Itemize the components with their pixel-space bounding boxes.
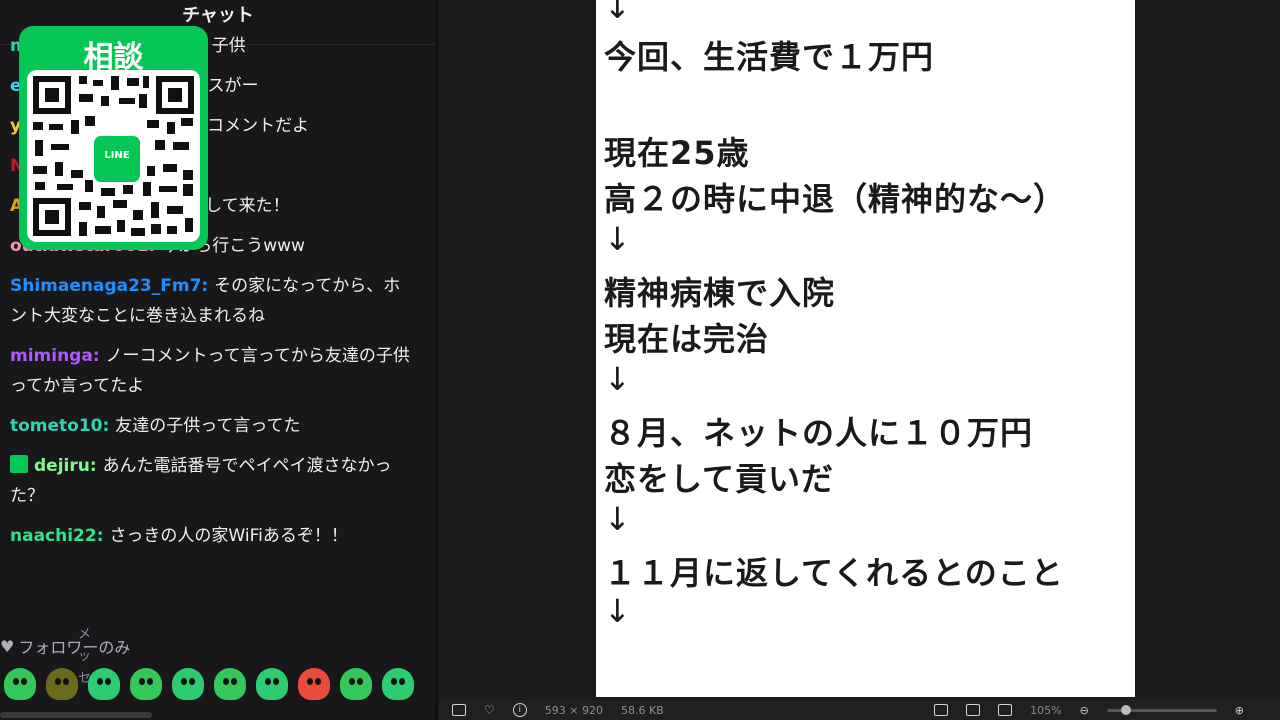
chat-username[interactable]: dejiru	[34, 456, 90, 476]
chat-message: dejiru: あんた電話番号でペイペイ渡さなかった？	[10, 455, 392, 506]
emote-icon[interactable]	[172, 668, 204, 700]
zoom-in-icon[interactable]: ⊕	[1235, 704, 1244, 717]
chat-username[interactable]: miminga	[10, 346, 93, 366]
line-qr-overlay[interactable]: 相談 LINE	[19, 26, 208, 250]
doc-line: ↓	[604, 500, 632, 538]
fit-icon[interactable]	[934, 704, 949, 716]
chat-message: miminga: ノーコメントって言ってから友達の子供ってか言ってたよ	[10, 346, 410, 396]
doc-line: ↓	[604, 360, 632, 398]
crop-icon[interactable]	[966, 704, 981, 716]
qr-code-image: LINE	[27, 70, 200, 242]
heart-icon: ♥	[0, 636, 15, 656]
doc-line: 現在25歳	[604, 134, 750, 172]
line-logo-icon: LINE	[91, 133, 143, 185]
emote-icon[interactable]	[130, 668, 162, 700]
gift-icon	[10, 455, 28, 473]
chat-message-text: して来た！	[205, 196, 290, 216]
chat-message-text: さっきの人の家WiFiあるぞ！！	[109, 526, 348, 546]
doc-line: ８月、ネットの人に１０万円	[604, 414, 1034, 452]
follower-only-label: フォロワーのみ	[18, 638, 131, 657]
file-size: 58.6 KB	[620, 703, 664, 717]
info-icon[interactable]: i	[512, 703, 527, 717]
zoom-level[interactable]: 105%	[1030, 704, 1061, 717]
fullscreen-icon[interactable]	[998, 704, 1013, 716]
document-image: ↓ 今回、生活費で１万円 現在25歳 高２の時に中退（精神的な〜） ↓ 精神病棟…	[596, 0, 1135, 697]
emote-icon[interactable]	[256, 668, 288, 700]
follower-only-indicator: ♥ フォロワーのみ	[0, 634, 130, 658]
chat-message-text: スがー	[207, 76, 259, 96]
emote-icon[interactable]	[340, 668, 372, 700]
chat-message: Shimaenaga23_Fm7: その家になってから、ホント大変なことに巻き込…	[10, 276, 401, 326]
doc-line: 恋をして貢いだ	[604, 460, 835, 498]
zoom-out-icon[interactable]: ⊖	[1080, 704, 1089, 717]
doc-line: 高２の時に中退（精神的な〜）	[604, 180, 1067, 218]
chat-message: naachi22: さっきの人の家WiFiあるぞ！！	[10, 526, 348, 546]
doc-line: １１月に返してくれるとのこと	[604, 554, 1064, 592]
emote-icon[interactable]	[382, 668, 414, 700]
viewer-toolbar: ♡ i 593 × 920 58.6 KB 105% ⊖ ⊕	[438, 700, 1280, 720]
doc-line: ↓	[604, 220, 632, 258]
chat-message-text: 子供	[211, 36, 246, 56]
emote-icon[interactable]	[4, 668, 36, 700]
doc-line: 精神病棟で入院	[604, 274, 836, 312]
chat-message: tometo10: 友達の子供って言ってた	[10, 416, 301, 436]
favorite-heart-icon[interactable]: ♡	[484, 703, 495, 717]
chat-username[interactable]: Shimaenaga23_Fm7	[10, 276, 201, 296]
chat-username[interactable]: tometo10	[10, 416, 103, 436]
chat-message-text: コメントだよ	[207, 116, 310, 136]
doc-line: ↓	[604, 592, 632, 630]
chat-username[interactable]: naachi22	[10, 526, 97, 546]
emote-icon[interactable]	[46, 668, 78, 700]
emote-picker-row	[4, 668, 414, 700]
doc-line: ↓	[604, 0, 632, 26]
chat-scrollbar[interactable]	[0, 712, 152, 718]
doc-line: 現在は完治	[604, 320, 770, 358]
doc-line: 今回、生活費で１万円	[604, 38, 935, 76]
zoom-slider[interactable]	[1106, 704, 1217, 715]
frame-icon[interactable]	[452, 704, 466, 716]
emote-icon[interactable]	[298, 668, 330, 700]
emote-icon[interactable]	[214, 668, 246, 700]
emote-icon[interactable]	[88, 668, 120, 700]
image-dimensions: 593 × 920	[544, 703, 603, 717]
chat-message-text: 友達の子供って言ってた	[115, 416, 301, 436]
